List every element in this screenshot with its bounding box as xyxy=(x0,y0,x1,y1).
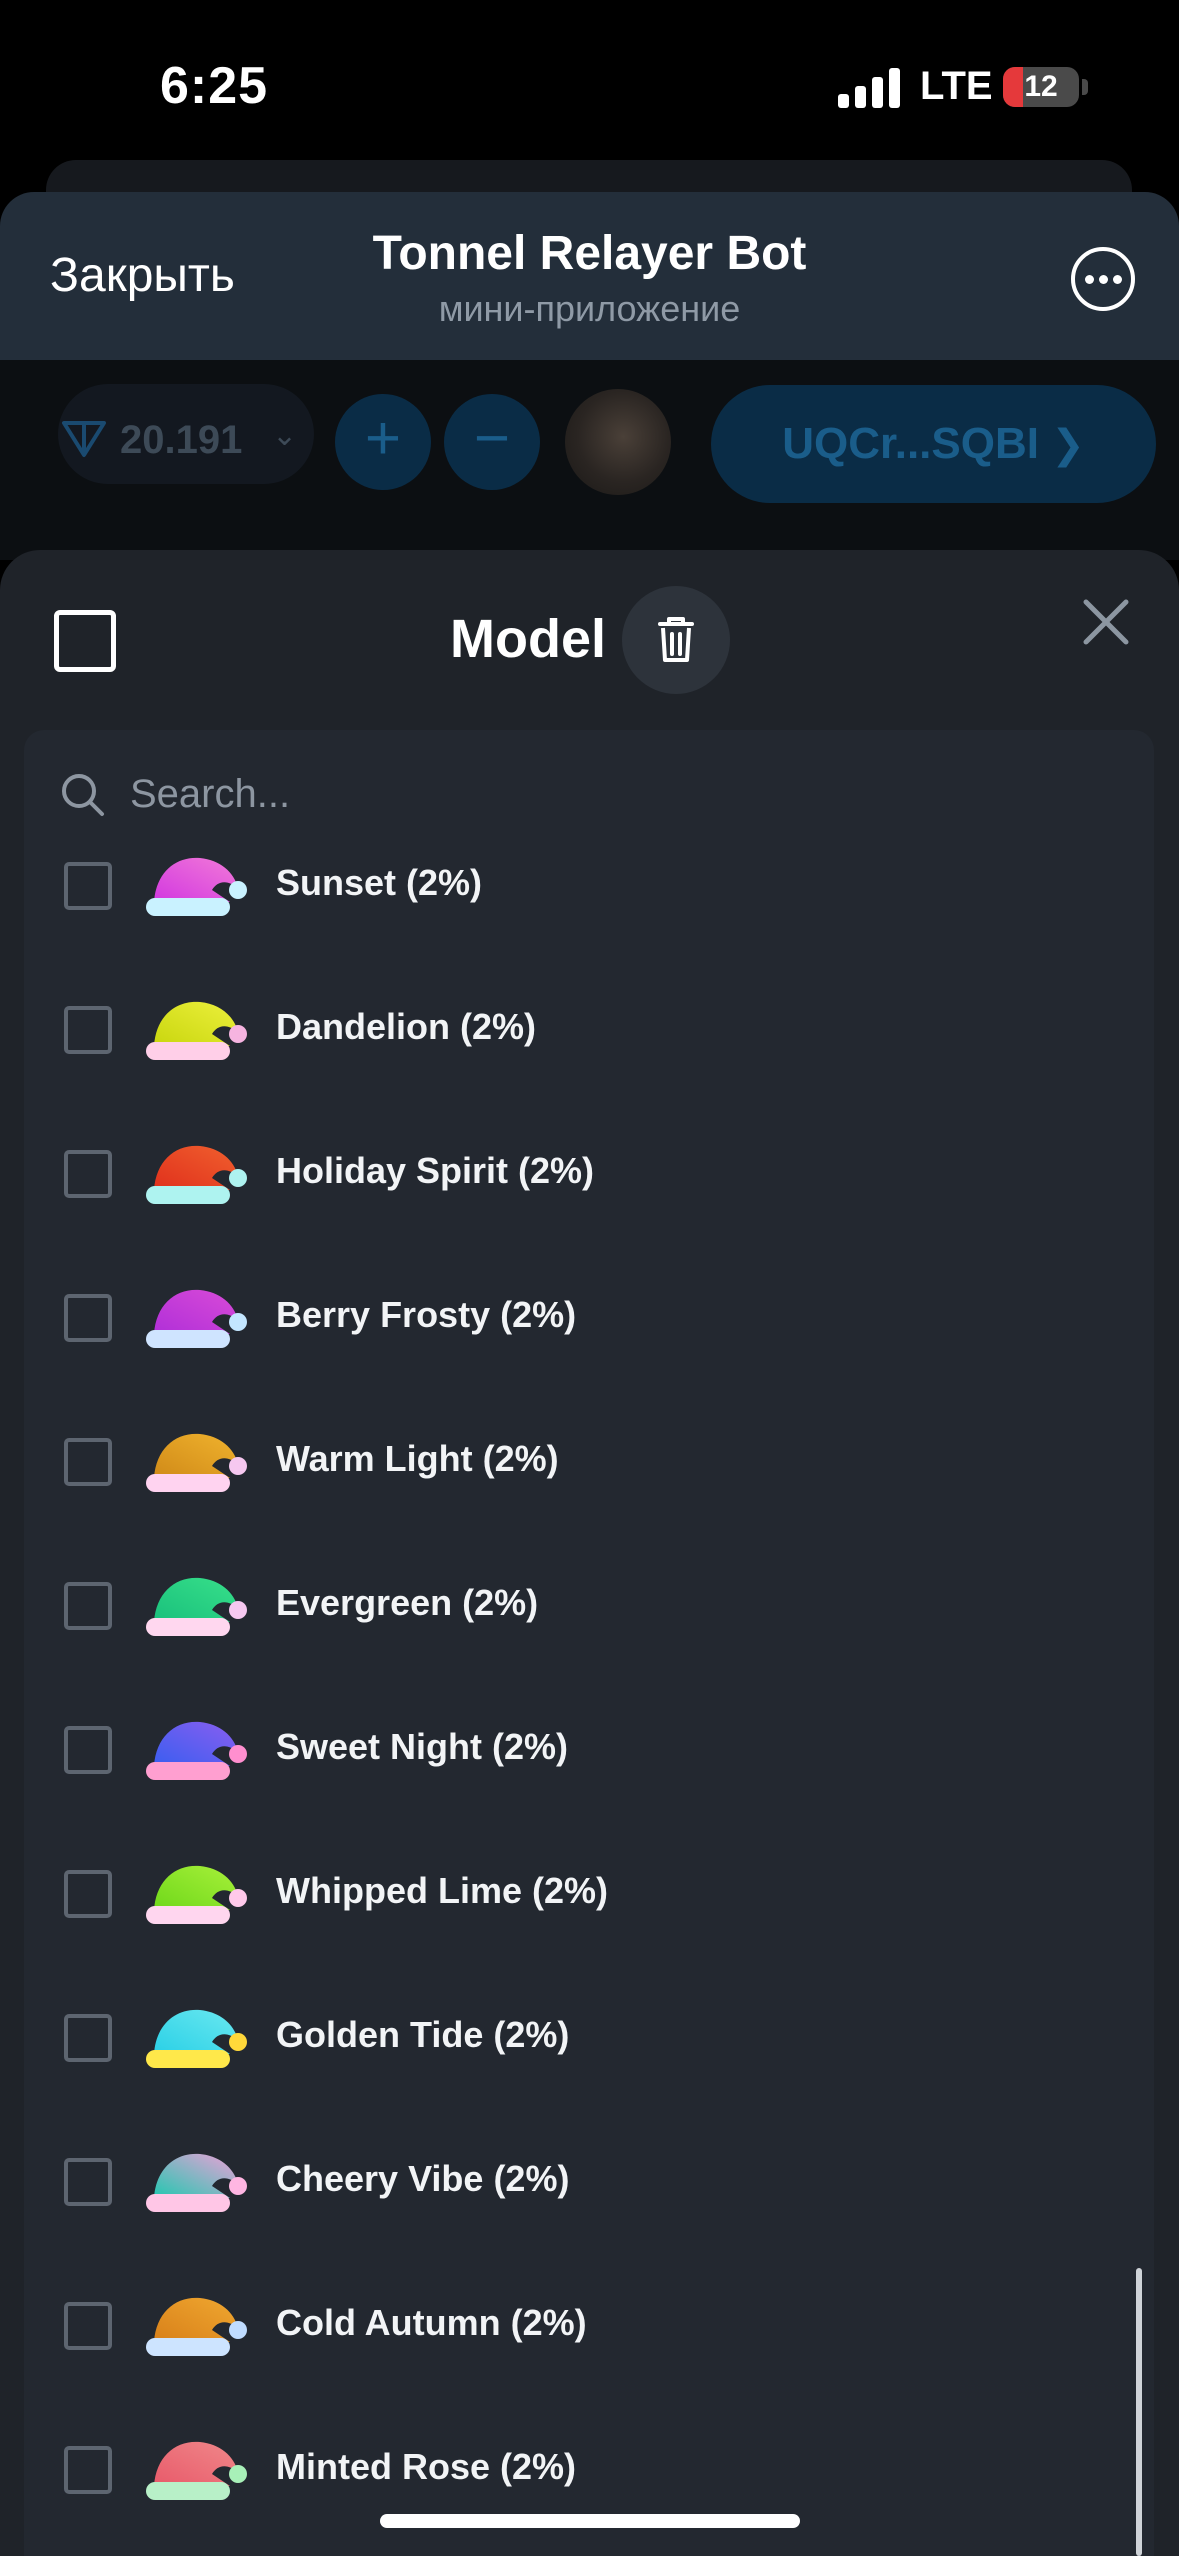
battery-tip xyxy=(1082,79,1088,95)
status-bar: 6:25 LTE 12 xyxy=(0,0,1179,175)
list-item[interactable]: Berry Frosty (2%) xyxy=(24,1246,1124,1390)
santa-hat-icon xyxy=(146,2009,247,2068)
list-item[interactable]: Holiday Spirit (2%) xyxy=(24,1102,1124,1246)
list-item[interactable]: Evergreen (2%) xyxy=(24,1534,1124,1678)
item-label: Holiday Spirit (2%) xyxy=(276,1150,595,1191)
santa-hat-icon xyxy=(146,1001,247,1060)
scrollbar[interactable] xyxy=(1136,2268,1142,2556)
search-icon xyxy=(62,774,104,816)
item-label: Cold Autumn (2%) xyxy=(276,2302,587,2343)
item-checkbox[interactable] xyxy=(64,2302,112,2350)
item-checkbox[interactable] xyxy=(64,1870,112,1918)
item-label: Warm Light (2%) xyxy=(276,1438,559,1479)
item-checkbox[interactable] xyxy=(64,1294,112,1342)
list-item[interactable]: Sunset (2%) xyxy=(24,814,1124,958)
telegram-header: Закрыть Tonnel Relayer Bot мини-приложен… xyxy=(0,192,1179,360)
home-indicator xyxy=(380,2514,800,2528)
santa-hat-icon xyxy=(146,2297,247,2356)
network-type: LTE xyxy=(920,64,993,108)
list-item[interactable]: Dandelion (2%) xyxy=(24,958,1124,1102)
status-time: 6:25 xyxy=(160,57,269,115)
item-label: Dandelion (2%) xyxy=(276,1006,537,1047)
battery-icon: 12 xyxy=(1003,67,1079,107)
ton-icon xyxy=(62,421,106,457)
santa-hat-icon xyxy=(146,1289,247,1348)
item-label: Evergreen (2%) xyxy=(276,1582,539,1623)
list-item[interactable]: Cold Autumn (2%) xyxy=(24,2254,1124,2398)
list-item[interactable]: Golden Tide (2%) xyxy=(24,1966,1124,2110)
item-label: Sweet Night (2%) xyxy=(276,1726,569,1767)
balance-value: 20.191 xyxy=(120,418,243,462)
deposit-button[interactable]: + xyxy=(335,394,431,490)
item-checkbox[interactable] xyxy=(64,1438,112,1486)
sheet-title: Model xyxy=(450,609,606,669)
app-title: Tonnel Relayer Bot xyxy=(372,227,807,280)
clear-selection-button[interactable] xyxy=(622,586,730,694)
chevron-down-icon: ⌄ xyxy=(272,419,298,452)
model-list-panel: Sunset (2%) Dandelion (2%) Holiday Spirit … xyxy=(24,730,1154,2556)
cellular-signal-icon xyxy=(838,68,900,108)
item-label: Cheery Vibe (2%) xyxy=(276,2158,570,2199)
item-label: Whipped Lime (2%) xyxy=(276,1870,608,1911)
list-item[interactable]: Warm Light (2%) xyxy=(24,1390,1124,1534)
santa-hat-icon xyxy=(146,1865,247,1924)
chevron-down-icon: ❯ xyxy=(1051,423,1085,467)
list-item[interactable]: Whipped Lime (2%) xyxy=(24,1822,1124,1966)
wallet-button[interactable]: UQCr...SQBI ❯ xyxy=(711,385,1156,503)
item-checkbox[interactable] xyxy=(64,1150,112,1198)
santa-hat-icon xyxy=(146,2153,247,2212)
santa-hat-icon xyxy=(146,1721,247,1780)
battery-level: 12 xyxy=(1024,70,1058,103)
item-checkbox[interactable] xyxy=(64,2158,112,2206)
avatar[interactable] xyxy=(565,389,671,495)
list-item[interactable]: Cheery Vibe (2%) xyxy=(24,2110,1124,2254)
item-checkbox[interactable] xyxy=(64,1582,112,1630)
santa-hat-icon xyxy=(146,2441,247,2500)
item-checkbox[interactable] xyxy=(64,1006,112,1054)
item-checkbox[interactable] xyxy=(64,862,112,910)
santa-hat-icon xyxy=(146,1433,247,1492)
santa-hat-icon xyxy=(146,857,247,916)
select-all-checkbox[interactable] xyxy=(54,610,116,672)
more-options-icon[interactable] xyxy=(1071,247,1135,311)
item-label: Sunset (2%) xyxy=(276,862,483,903)
app-subtitle: мини-приложение xyxy=(438,288,741,329)
withdraw-button[interactable]: − xyxy=(444,394,540,490)
item-label: Golden Tide (2%) xyxy=(276,2014,570,2055)
item-label: Minted Rose (2%) xyxy=(276,2446,577,2487)
item-checkbox[interactable] xyxy=(64,2014,112,2062)
wallet-address: UQCr...SQBI xyxy=(782,419,1039,468)
item-label: Berry Frosty (2%) xyxy=(276,1294,577,1335)
list-item[interactable]: Sweet Night (2%) xyxy=(24,1678,1124,1822)
trash-icon xyxy=(658,617,694,662)
item-checkbox[interactable] xyxy=(64,1726,112,1774)
item-checkbox[interactable] xyxy=(64,2446,112,2494)
santa-hat-icon xyxy=(146,1145,247,1204)
santa-hat-icon xyxy=(146,1577,247,1636)
close-icon[interactable] xyxy=(1080,596,1132,648)
